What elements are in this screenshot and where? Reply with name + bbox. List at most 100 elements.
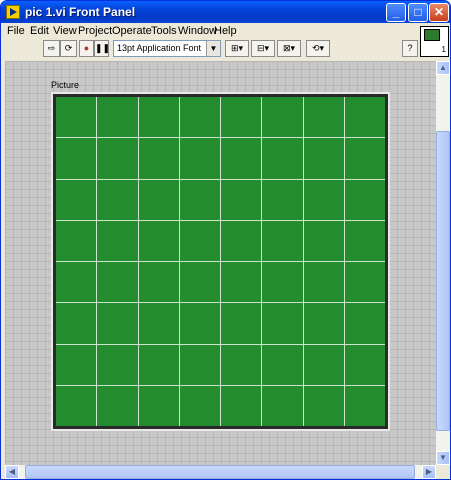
picture-cell — [221, 220, 262, 261]
picture-cell — [179, 344, 220, 385]
reorder-icon[interactable]: ⟲▾ — [306, 40, 330, 57]
resize-objects-icon[interactable]: ⊠▾ — [277, 40, 301, 57]
chevron-down-icon: ▼ — [206, 41, 220, 56]
minimize-button[interactable]: _ — [386, 3, 406, 22]
toolbar: ⇨ ⟳ ● ❚❚ 13pt Application Font ▼ ⊞▾ ⊟▾ ⊠… — [1, 39, 418, 59]
picture-cell — [97, 220, 138, 261]
picture-cell — [221, 179, 262, 220]
picture-cell — [221, 262, 262, 303]
scroll-right-icon[interactable]: ▶ — [422, 465, 436, 479]
picture-cell — [138, 97, 179, 138]
picture-cell — [262, 179, 303, 220]
menu-bar: File Edit View Project Operate Tools Win… — [1, 23, 416, 39]
close-button[interactable]: ✕ — [429, 3, 449, 22]
vi-screen-icon — [424, 29, 440, 41]
menu-edit[interactable]: Edit — [30, 25, 49, 37]
scroll-up-icon[interactable]: ▲ — [436, 61, 450, 75]
picture-cell — [344, 97, 385, 138]
pause-icon[interactable]: ❚❚ — [94, 40, 110, 57]
picture-cell — [179, 97, 220, 138]
picture-grid — [56, 97, 385, 426]
picture-label: Picture — [51, 80, 80, 90]
picture-cell — [303, 138, 344, 179]
picture-cell — [344, 303, 385, 344]
picture-control[interactable] — [51, 92, 390, 431]
picture-cell — [344, 262, 385, 303]
picture-cell — [138, 344, 179, 385]
menu-file[interactable]: File — [7, 25, 25, 37]
picture-cell — [179, 303, 220, 344]
vi-connector-icon[interactable]: 1 — [420, 26, 449, 57]
picture-cell — [262, 138, 303, 179]
align-objects-icon[interactable]: ⊞▾ — [225, 40, 249, 57]
picture-cell — [221, 97, 262, 138]
help-icon[interactable]: ? — [402, 40, 418, 57]
picture-cell — [344, 385, 385, 426]
picture-cell — [221, 138, 262, 179]
scroll-down-icon[interactable]: ▼ — [436, 451, 450, 465]
picture-cell — [344, 138, 385, 179]
menu-window[interactable]: Window — [178, 25, 217, 37]
picture-cell — [344, 220, 385, 261]
labview-icon — [6, 5, 20, 19]
picture-cell — [303, 97, 344, 138]
picture-cell — [97, 138, 138, 179]
horizontal-scrollbar[interactable]: ◀ ▶ — [5, 465, 436, 479]
picture-cell — [138, 262, 179, 303]
picture-cell — [262, 262, 303, 303]
menu-tools[interactable]: Tools — [151, 25, 177, 37]
window-title: pic 1.vi Front Panel — [25, 5, 136, 19]
picture-cell — [262, 97, 303, 138]
title-bar[interactable]: pic 1.vi Front Panel _ □ ✕ — [1, 1, 450, 23]
menu-help[interactable]: Help — [214, 25, 237, 37]
picture-cell — [56, 385, 97, 426]
picture-cell — [221, 303, 262, 344]
vertical-scroll-thumb[interactable] — [436, 131, 450, 431]
menu-view[interactable]: View — [53, 25, 77, 37]
picture-cell — [303, 385, 344, 426]
picture-cell — [179, 179, 220, 220]
picture-cell — [344, 179, 385, 220]
picture-cell — [138, 385, 179, 426]
abort-icon[interactable]: ● — [79, 40, 94, 57]
menu-project[interactable]: Project — [78, 25, 112, 37]
picture-cell — [303, 262, 344, 303]
picture-cell — [56, 138, 97, 179]
picture-cell — [97, 262, 138, 303]
run-continuously-icon[interactable]: ⟳ — [60, 40, 77, 57]
menu-operate[interactable]: Operate — [112, 25, 152, 37]
picture-cell — [303, 303, 344, 344]
horizontal-scroll-thumb[interactable] — [25, 465, 415, 479]
run-arrow-icon[interactable]: ⇨ — [43, 40, 60, 57]
picture-cell — [138, 138, 179, 179]
picture-cell — [97, 385, 138, 426]
picture-cell — [262, 220, 303, 261]
vertical-scrollbar[interactable]: ▲ ▼ — [436, 61, 450, 465]
picture-cell — [262, 303, 303, 344]
picture-cell — [97, 97, 138, 138]
picture-cell — [221, 385, 262, 426]
maximize-button[interactable]: □ — [408, 3, 428, 22]
picture-cell — [262, 385, 303, 426]
picture-cell — [97, 179, 138, 220]
picture-cell — [262, 344, 303, 385]
font-select-label: 13pt Application Font — [117, 43, 202, 53]
distribute-objects-icon[interactable]: ⊟▾ — [251, 40, 275, 57]
picture-cell — [344, 344, 385, 385]
scroll-left-icon[interactable]: ◀ — [5, 465, 19, 479]
picture-cell — [179, 262, 220, 303]
picture-cell — [221, 344, 262, 385]
picture-cell — [179, 385, 220, 426]
picture-cell — [138, 303, 179, 344]
picture-cell — [303, 220, 344, 261]
picture-cell — [97, 344, 138, 385]
picture-cell — [138, 220, 179, 261]
picture-cell — [303, 179, 344, 220]
picture-cell — [56, 262, 97, 303]
picture-cell — [56, 344, 97, 385]
picture-cell — [138, 179, 179, 220]
front-panel-window: pic 1.vi Front Panel _ □ ✕ File Edit Vie… — [0, 0, 451, 480]
picture-cell — [179, 138, 220, 179]
font-select[interactable]: 13pt Application Font ▼ — [113, 40, 221, 57]
picture-cell — [303, 344, 344, 385]
